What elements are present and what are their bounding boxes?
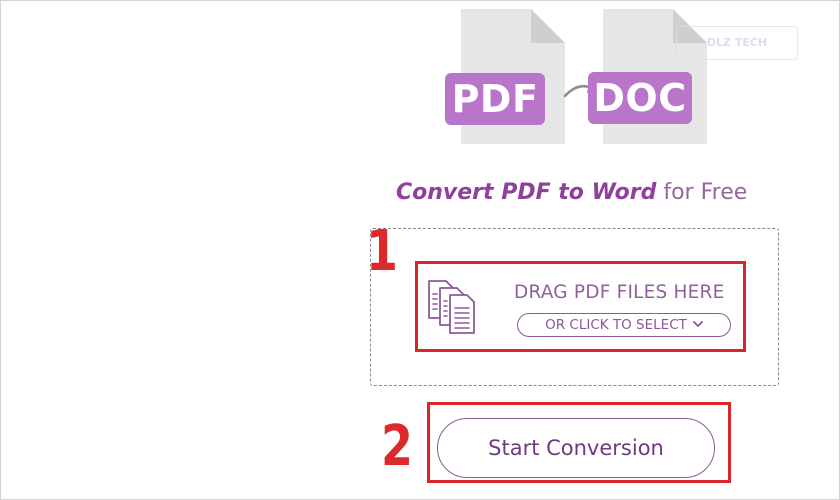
select-label: OR CLICK TO SELECT — [545, 317, 687, 333]
page-title: Convert PDF to Word for Free — [396, 179, 747, 207]
title-suffix: for Free — [656, 180, 748, 205]
annotation-number-1: 1 — [366, 219, 398, 284]
title-strong: Convert PDF to Word — [396, 180, 657, 205]
chevron-down-icon — [692, 314, 703, 335]
click-to-select-button[interactable]: OR CLICK TO SELECT — [517, 313, 731, 337]
pdf-badge: PDF — [445, 73, 545, 125]
drag-files-label: DRAG PDF FILES HERE — [514, 282, 725, 303]
start-conversion-button[interactable]: Start Conversion — [437, 418, 715, 478]
watermark-logo: DLZ TECH — [676, 26, 798, 60]
doc-badge: DOC — [588, 72, 692, 124]
pdf-file-icon: PDF — [445, 9, 565, 144]
annotation-number-2: 2 — [381, 414, 413, 479]
documents-icon — [426, 278, 484, 340]
